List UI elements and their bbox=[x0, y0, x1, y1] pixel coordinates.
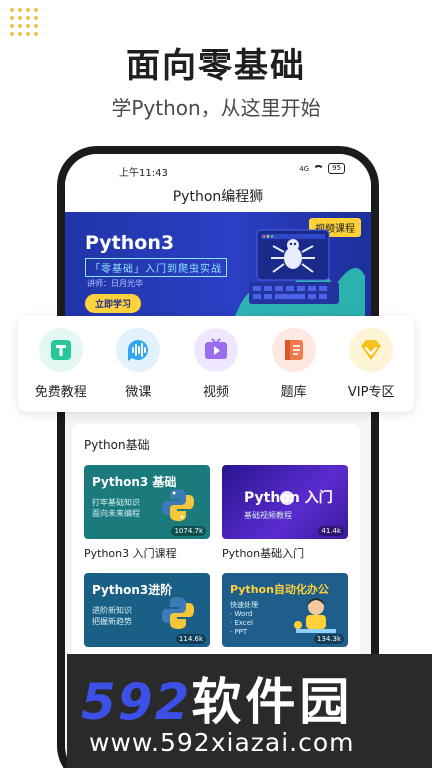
status-time: 上午11:43 bbox=[119, 168, 168, 179]
thumb-subtitle: 快速处理 bbox=[230, 601, 258, 609]
signal-icon: 4G bbox=[299, 164, 310, 173]
thumb-subtitle: 打牢基础知识 bbox=[92, 498, 140, 507]
course-thumbnail: Python3进阶 进阶新知识 把握新趋势 114.6k bbox=[84, 573, 210, 647]
battery-icon: 95 bbox=[328, 163, 345, 174]
nav-vip-zone[interactable]: VIP专区 bbox=[335, 328, 407, 400]
play-icon bbox=[280, 491, 294, 505]
audio-wave-icon bbox=[116, 328, 161, 372]
learn-now-button[interactable]: 立即学习 bbox=[85, 294, 142, 313]
decorative-dots bbox=[10, 8, 44, 42]
question-bank-icon bbox=[271, 328, 316, 372]
nav-label: 免费教程 bbox=[34, 385, 87, 400]
wifi-icon bbox=[313, 164, 325, 173]
watermark-brand-number: 592 bbox=[81, 673, 192, 731]
course-card-python3-basics[interactable]: Python3 基础 打牢基础知识 面向未来编程 1074.7k Python3… bbox=[84, 465, 210, 561]
status-bar: 上午11:43 4G 95 bbox=[65, 154, 371, 182]
view-count: 1074.7k bbox=[171, 526, 206, 536]
nav-micro-course[interactable]: 微课 bbox=[102, 328, 174, 400]
course-section: Python基础 Python3 基础 打牢基础知识 面向未来编程 1074.7… bbox=[72, 424, 360, 684]
banner-title: Python3 bbox=[85, 232, 175, 254]
nav-label: 微课 bbox=[125, 385, 152, 400]
python-logo-icon bbox=[162, 597, 194, 629]
banner-slogan: 「零基础」入门到爬虫实战 bbox=[85, 258, 227, 277]
nav-free-tutorials[interactable]: 免费教程 bbox=[25, 328, 97, 400]
nav-label: 视频 bbox=[202, 385, 229, 400]
spider-laptop-illustration bbox=[235, 229, 365, 316]
app-title: Python编程狮 bbox=[65, 182, 371, 214]
view-count: 134.3k bbox=[313, 634, 344, 644]
thumb-subtitle: · Excel bbox=[230, 619, 253, 627]
thumb-subtitle: 进阶新知识 bbox=[92, 606, 132, 615]
nav-label: VIP专区 bbox=[347, 385, 395, 400]
course-card-python3-advanced[interactable]: Python3进阶 进阶新知识 把握新趋势 114.6k bbox=[84, 573, 210, 647]
course-thumbnail: Python 入门 基础视频教程 41.4k bbox=[222, 465, 348, 539]
course-thumbnail: Python3 基础 打牢基础知识 面向未来编程 1074.7k bbox=[84, 465, 210, 539]
course-caption: Python3 入门课程 bbox=[84, 547, 177, 560]
course-banner[interactable]: 视频课程 Python3 「零基础」入门到爬虫实战 讲师：日月光华 立即学习 bbox=[65, 212, 371, 316]
thumb-subtitle: 把握新趋势 bbox=[92, 617, 132, 626]
thumb-subtitle: · Word bbox=[230, 610, 253, 618]
status-icons: 4G 95 bbox=[299, 163, 345, 174]
watermark-brand-name: 软件园 bbox=[191, 673, 354, 731]
watermark-url: www.592xiazai.com bbox=[89, 728, 355, 757]
site-watermark: 592软件园 www.592xiazai.com bbox=[67, 654, 432, 768]
section-title: Python基础 bbox=[84, 438, 150, 452]
course-caption: Python基础入门 bbox=[222, 547, 305, 560]
nav-video[interactable]: 视频 bbox=[180, 328, 252, 400]
course-card-python-office-automation[interactable]: Python自动化办公 快速处理 · Word · Excel · PPT 13… bbox=[222, 573, 348, 647]
thumb-subtitle: 基础视频教程 bbox=[244, 511, 292, 520]
hero-headline: 面向零基础 bbox=[126, 46, 306, 86]
banner-lecturer: 讲师：日月光华 bbox=[87, 279, 143, 288]
view-count: 114.6k bbox=[175, 634, 206, 644]
hero-subline: 学Python，从这里开始 bbox=[111, 96, 321, 120]
tv-play-icon bbox=[193, 328, 238, 372]
python-logo-icon bbox=[162, 489, 194, 521]
vip-diamond-icon bbox=[349, 328, 394, 372]
course-card-python-intro[interactable]: Python 入门 基础视频教程 41.4k Python基础入门 bbox=[222, 465, 348, 561]
book-icon bbox=[38, 328, 83, 372]
quick-nav-card: 免费教程 微课 视频 题库 VIP专区 bbox=[18, 316, 414, 412]
thumb-subtitle: · PPT bbox=[230, 628, 248, 636]
watermark-brand: 592软件园 bbox=[81, 662, 353, 734]
nav-label: 题库 bbox=[280, 385, 307, 400]
course-thumbnail: Python自动化办公 快速处理 · Word · Excel · PPT 13… bbox=[222, 573, 348, 647]
nav-question-bank[interactable]: 题库 bbox=[258, 328, 330, 400]
view-count: 41.4k bbox=[318, 526, 344, 536]
thumb-subtitle: 面向未来编程 bbox=[92, 509, 140, 518]
